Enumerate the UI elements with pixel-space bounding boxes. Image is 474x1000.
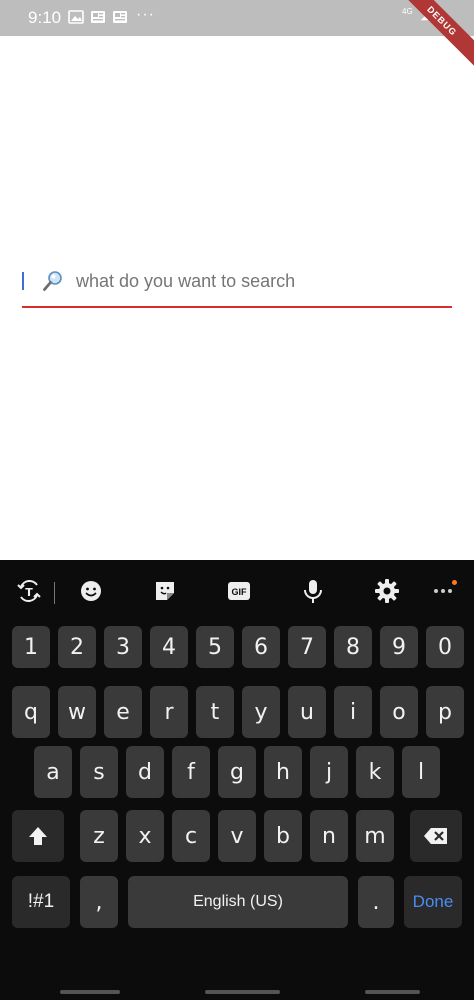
mic-icon[interactable] [298,576,328,606]
letter-key-k[interactable]: k [356,746,394,798]
letter-key-l[interactable]: l [402,746,440,798]
news-icon-2 [113,11,127,23]
letter-key-r[interactable]: r [150,686,188,738]
search-underline [22,306,452,308]
settings-icon[interactable] [372,576,402,606]
search-field[interactable] [22,262,452,310]
nav-bar-left [60,990,120,994]
comma-key[interactable]: , [80,876,118,928]
number-key-7[interactable]: 7 [288,626,326,668]
letter-key-c[interactable]: c [172,810,210,862]
text-cursor [22,272,24,290]
letter-key-d[interactable]: d [126,746,164,798]
letter-key-o[interactable]: o [380,686,418,738]
nav-bar-right [365,990,420,994]
letter-key-y[interactable]: y [242,686,280,738]
number-key-9[interactable]: 9 [380,626,418,668]
number-key-8[interactable]: 8 [334,626,372,668]
translate-icon[interactable]: T [14,576,44,606]
search-input[interactable] [76,266,446,296]
gif-icon[interactable]: GIF [224,576,254,606]
sticker-icon[interactable] [150,576,180,606]
number-key-1[interactable]: 1 [12,626,50,668]
more-notifications: ··· [136,6,155,23]
search-icon [43,271,62,291]
shift-icon [29,827,47,845]
letter-key-m[interactable]: m [356,810,394,862]
status-bar: 9:10 ··· 4G DEBUG [0,0,474,70]
letter-key-e[interactable]: e [104,686,142,738]
letter-key-a[interactable]: a [34,746,72,798]
news-icon [91,11,105,23]
letter-key-b[interactable]: b [264,810,302,862]
svg-text:T: T [25,586,33,599]
letter-key-s[interactable]: s [80,746,118,798]
network-type: 4G [402,7,413,16]
space-key[interactable]: English (US) [128,876,348,928]
letter-key-f[interactable]: f [172,746,210,798]
number-key-5[interactable]: 5 [196,626,234,668]
letter-key-x[interactable]: x [126,810,164,862]
backspace-key[interactable] [410,810,462,862]
letter-key-g[interactable]: g [218,746,256,798]
keyboard-toolbar: T GIF [0,560,474,622]
shift-key[interactable] [12,810,64,862]
status-time: 9:10 [28,8,62,27]
letter-key-v[interactable]: v [218,810,256,862]
number-key-0[interactable]: 0 [426,626,464,668]
letter-key-t[interactable]: t [196,686,234,738]
number-key-4[interactable]: 4 [150,626,188,668]
soft-keyboard: T GIF 1 2 3 4 5 6 7 8 9 0 q w e r t y u … [0,560,474,1000]
gallery-icon [68,10,84,24]
svg-text:GIF: GIF [232,587,248,597]
done-key[interactable]: Done [404,876,462,928]
number-key-6[interactable]: 6 [242,626,280,668]
letter-key-p[interactable]: p [426,686,464,738]
letter-key-i[interactable]: i [334,686,372,738]
letter-key-w[interactable]: w [58,686,96,738]
letter-key-h[interactable]: h [264,746,302,798]
letter-key-u[interactable]: u [288,686,326,738]
emoji-icon[interactable] [76,576,106,606]
number-key-3[interactable]: 3 [104,626,142,668]
letter-key-z[interactable]: z [80,810,118,862]
symbols-key[interactable]: !#1 [12,876,70,928]
letter-key-n[interactable]: n [310,810,348,862]
period-key[interactable]: . [358,876,394,928]
letter-key-j[interactable]: j [310,746,348,798]
screen: 9:10 ··· 4G DEBUG what do you want to se… [0,0,474,1000]
letter-key-q[interactable]: q [12,686,50,738]
backspace-icon [424,828,447,844]
toolbar-separator [54,582,55,604]
notification-dot [452,580,457,585]
number-key-2[interactable]: 2 [58,626,96,668]
nav-bar-home[interactable] [205,990,280,994]
